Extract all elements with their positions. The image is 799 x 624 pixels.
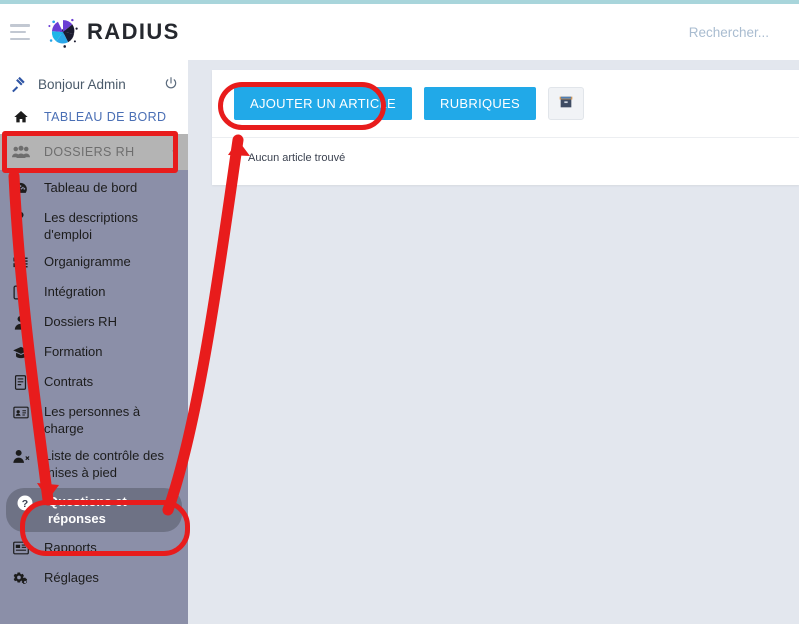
sidebar-item-tableau-de-bord[interactable]: Tableau de bord <box>0 174 188 204</box>
sidebar-item-dossiers-rh[interactable]: Dossiers RH <box>0 308 188 338</box>
ajouter-article-highlight <box>218 82 386 130</box>
home-icon <box>10 109 32 125</box>
user-remove-icon <box>12 447 36 465</box>
sidebar-item-label: Dossiers RH <box>44 314 117 329</box>
brand-name: RADIUS <box>87 19 180 44</box>
categories-button[interactable]: RUBRIQUES <box>424 87 537 120</box>
sidebar-item-reglages[interactable]: Réglages <box>0 564 188 594</box>
graduation-cap-icon <box>12 343 36 361</box>
contract-icon <box>12 373 36 391</box>
archive-box-icon <box>558 94 574 113</box>
archive-button[interactable] <box>548 87 585 120</box>
sidebar-item-label: Tableau de bord <box>44 180 138 195</box>
sidebar-item-formation[interactable]: Formation <box>0 338 188 368</box>
sidebar-item-personnes-a-charge[interactable]: Les personnes à charge <box>0 398 188 442</box>
power-icon[interactable] <box>164 76 178 93</box>
sidebar-item-liste-controle-mises-a-pied[interactable]: Liste de contrôle des mises à pied <box>0 442 188 486</box>
sidebar-item-label: Les descriptions d'emploi <box>44 210 138 242</box>
user-icon <box>12 313 36 331</box>
gavel-icon <box>10 76 30 93</box>
hamburger-icon[interactable] <box>10 24 32 40</box>
gears-icon <box>12 569 36 587</box>
app-header: RADIUS Rechercher... <box>0 4 799 60</box>
map-pin-icon <box>12 209 36 227</box>
sidebar-item-label: Les personnes à charge <box>44 404 141 436</box>
radius-logo-icon <box>48 18 78 48</box>
sidebar-item-contrats[interactable]: Contrats <box>0 368 188 398</box>
sidebar-item-descriptions-emploi[interactable]: Les descriptions d'emploi <box>0 204 188 248</box>
sidebar-item-organigramme[interactable]: Organigramme <box>0 248 188 278</box>
sidebar-item-label: Liste de contrôle des mises à pied <box>44 448 164 480</box>
dossiers-rh-highlight <box>2 131 178 173</box>
app-root: RADIUS Rechercher... Bonjour Admin TABLE… <box>0 0 799 624</box>
sidebar-item-label: Intégration <box>44 284 106 299</box>
sidebar-item-label: Contrats <box>44 374 94 389</box>
speedometer-icon <box>12 179 36 197</box>
search-input[interactable]: Rechercher... <box>689 25 769 40</box>
sidebar-item-integration[interactable]: Intégration <box>0 278 188 308</box>
empty-state-message: Aucun article trouvé <box>248 152 346 164</box>
sidebar-item-label: Formation <box>44 344 103 359</box>
greeting-label: Bonjour Admin <box>38 76 126 92</box>
content-area: AJOUTER UN ARTICLE RUBRIQUES Aucun artic… <box>188 60 799 624</box>
sidebar-item-dashboard[interactable]: TABLEAU DE BORD <box>0 100 188 134</box>
sidebar-item-label: Organigramme <box>44 254 131 269</box>
questions-reponses-highlight <box>20 500 190 556</box>
brand: RADIUS <box>46 15 180 49</box>
id-card-icon <box>12 403 36 421</box>
sidebar-greeting-row: Bonjour Admin <box>0 68 188 100</box>
sidebar-dashboard-label: TABLEAU DE BORD <box>44 110 167 124</box>
list-icon <box>12 253 36 271</box>
edit-square-icon <box>12 283 36 301</box>
sidebar-item-label: Réglages <box>44 570 99 585</box>
